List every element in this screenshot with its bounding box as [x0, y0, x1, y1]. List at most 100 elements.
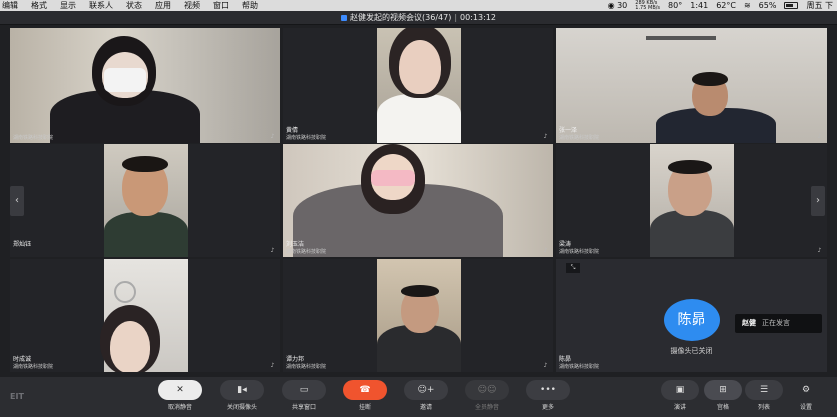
speaker-status: 正在发言	[762, 319, 790, 327]
meeting-title: 赵健发起的视频会议(36/47)	[350, 13, 452, 22]
mic-off-icon: ✕	[158, 380, 202, 400]
menu-help[interactable]: 帮助	[242, 0, 258, 11]
menu-window[interactable]: 窗口	[213, 0, 229, 11]
video-feed	[283, 144, 553, 257]
video-tile[interactable]: 梁涛 湖南铁路科技职院 ♪	[556, 144, 827, 257]
video-feed	[556, 28, 827, 143]
active-speaker-indicator: 赵健 正在发言	[735, 314, 822, 333]
gear-icon: ⚙	[801, 385, 811, 395]
participant-name: 郑灿钰	[13, 241, 32, 248]
participant-org: 湖南铁路科技职院	[13, 364, 54, 370]
speaker-name: 赵健	[742, 319, 756, 327]
grid-icon: ⊞	[704, 380, 742, 400]
unmute-button[interactable]: ✕ 取消静音	[157, 380, 203, 413]
participant-name: 张一泽	[559, 127, 578, 134]
meeting-toolbar: ✕ 取消静音 ▮◂ 关闭摄像头 ▭ 共享窗口 ☎ 挂断 ☺+ 邀请 ☺☺ 全员静…	[0, 377, 837, 417]
temp-reading: 80°	[668, 1, 683, 10]
menu-status[interactable]: 状态	[126, 0, 142, 11]
screen-share-icon: ▭	[282, 380, 326, 400]
participant-org: 湖南铁路科技职院	[559, 135, 600, 141]
participant-org: 湖南铁路科技职院	[286, 135, 327, 141]
video-feed	[104, 144, 188, 257]
more-dots-icon: •••	[526, 380, 570, 400]
participant-name: 陈昴	[559, 356, 572, 363]
net-down: 1.75 MB/s	[635, 4, 661, 11]
share-button[interactable]: ▭ 共享窗口	[281, 380, 327, 413]
settings-button[interactable]: ⚙ 设置	[786, 380, 826, 413]
participant-org: 湖南铁路科技职院	[286, 364, 327, 370]
video-tile[interactable]: 时成诚 湖南铁路科技职院 ♪	[10, 259, 280, 372]
camera-off-label: 摄像头已关闭	[670, 347, 713, 355]
meeting-icon	[341, 15, 348, 21]
status-area: ◉ 30 289 KB/s 1.75 MB/s 80° 1:41 62°C ≋ …	[608, 0, 833, 11]
app-logo: EIT	[10, 392, 24, 401]
video-feed	[100, 259, 188, 372]
participant-name: 时成诚	[13, 356, 32, 363]
meeting-duration: 00:13:12	[460, 13, 496, 22]
add-user-icon: ☺+	[404, 380, 448, 400]
badge-count: 30	[617, 1, 628, 10]
participant-org: 湖南铁路科技职院	[286, 249, 327, 255]
prev-page-arrow[interactable]: ‹	[10, 186, 24, 216]
video-tile[interactable]: 刘玉洁 湖南铁路科技职院 ♪	[283, 144, 553, 257]
video-tile[interactable]: 张一泽 湖南铁路科技职院 ♪	[556, 28, 827, 143]
video-feed	[377, 259, 461, 372]
mic-icon: ♪	[543, 362, 548, 369]
avatar: 陈昴	[663, 299, 720, 341]
mic-icon: ♪	[270, 247, 275, 254]
mic-icon: ♪	[543, 133, 548, 140]
menu-apps[interactable]: 应用	[155, 0, 171, 11]
video-tile[interactable]: 谭力邦 湖南铁路科技职院 ♪	[283, 259, 553, 372]
more-button[interactable]: ••• 更多	[525, 380, 571, 413]
video-tile[interactable]: 郑灿钰 ♪	[10, 144, 280, 257]
participant-org: 湖南铁路科技职院	[559, 364, 600, 370]
speaker-view-button[interactable]: ▣ 演讲	[660, 380, 700, 413]
battery-percent: 65%	[758, 1, 777, 10]
clock-1: 1:41	[690, 1, 709, 10]
mic-icon: ♪	[817, 133, 822, 140]
window-title-bar: 赵健发起的视频会议(36/47) | 00:13:12	[0, 11, 837, 25]
clock[interactable]: 周五 下	[806, 0, 833, 11]
list-icon: ☰	[745, 380, 783, 400]
mic-icon: ♪	[270, 133, 275, 140]
video-feed	[10, 28, 280, 143]
mic-icon: ♪	[270, 362, 275, 369]
video-tile[interactable]: 湖南铁路科技职院 ♪	[10, 28, 280, 143]
next-page-arrow[interactable]: ›	[811, 186, 825, 216]
video-feed	[650, 144, 734, 257]
hangup-button[interactable]: ☎ 挂断	[342, 380, 388, 413]
network-speed: 289 KB/s 1.75 MB/s	[635, 0, 661, 11]
notification-icon[interactable]: ◉ 30	[608, 0, 628, 11]
video-feed	[377, 28, 461, 143]
speaker-view-icon: ▣	[661, 380, 699, 400]
wifi-icon[interactable]: ≋	[744, 0, 751, 11]
participant-name: 刘玉洁	[286, 241, 305, 248]
mute-all-button[interactable]: ☺☺ 全员静音	[464, 380, 510, 413]
menu-video[interactable]: 视频	[184, 0, 200, 11]
menu-edit[interactable]: 编辑	[2, 0, 18, 11]
mic-icon: ♪	[817, 247, 822, 254]
participant-name: 梁涛	[559, 241, 572, 248]
video-tile[interactable]: 黄倩 湖南铁路科技职院 ♪	[283, 28, 553, 143]
menu-bar: 编辑 格式 显示 联系人 状态 应用 视频 窗口 帮助 ◉ 30 289 KB/…	[0, 0, 837, 11]
participant-name: 黄倩	[286, 127, 299, 134]
menu-format[interactable]: 格式	[31, 0, 47, 11]
cpu-temp: 62°C	[716, 1, 736, 10]
participant-name: 谭力邦	[286, 356, 305, 363]
camera-icon: ▮◂	[220, 380, 264, 400]
menu-contacts[interactable]: 联系人	[89, 0, 113, 11]
menu-view[interactable]: 显示	[60, 0, 76, 11]
mute-all-icon: ☺☺	[465, 380, 509, 400]
battery-icon[interactable]	[784, 2, 799, 9]
gallery-view-button[interactable]: ⊞ 宫格	[703, 380, 743, 413]
participant-org: 湖南铁路科技职院	[559, 249, 600, 255]
participant-org: 湖南铁路科技职院	[13, 135, 54, 141]
camera-button[interactable]: ▮◂ 关闭摄像头	[219, 380, 265, 413]
video-grid: 湖南铁路科技职院 ♪ 黄倩 湖南铁路科技职院 ♪ 张一泽 湖南铁路科技职院 ♪	[10, 28, 827, 372]
mic-icon: ♪	[543, 247, 548, 254]
video-meeting-window: 编辑 格式 显示 联系人 状态 应用 视频 窗口 帮助 ◉ 30 289 KB/…	[0, 0, 837, 417]
invite-button[interactable]: ☺+ 邀请	[403, 380, 449, 413]
phone-hangup-icon: ☎	[343, 380, 387, 400]
expand-icon[interactable]: ⤡	[566, 263, 580, 273]
list-view-button[interactable]: ☰ 列表	[744, 380, 784, 413]
